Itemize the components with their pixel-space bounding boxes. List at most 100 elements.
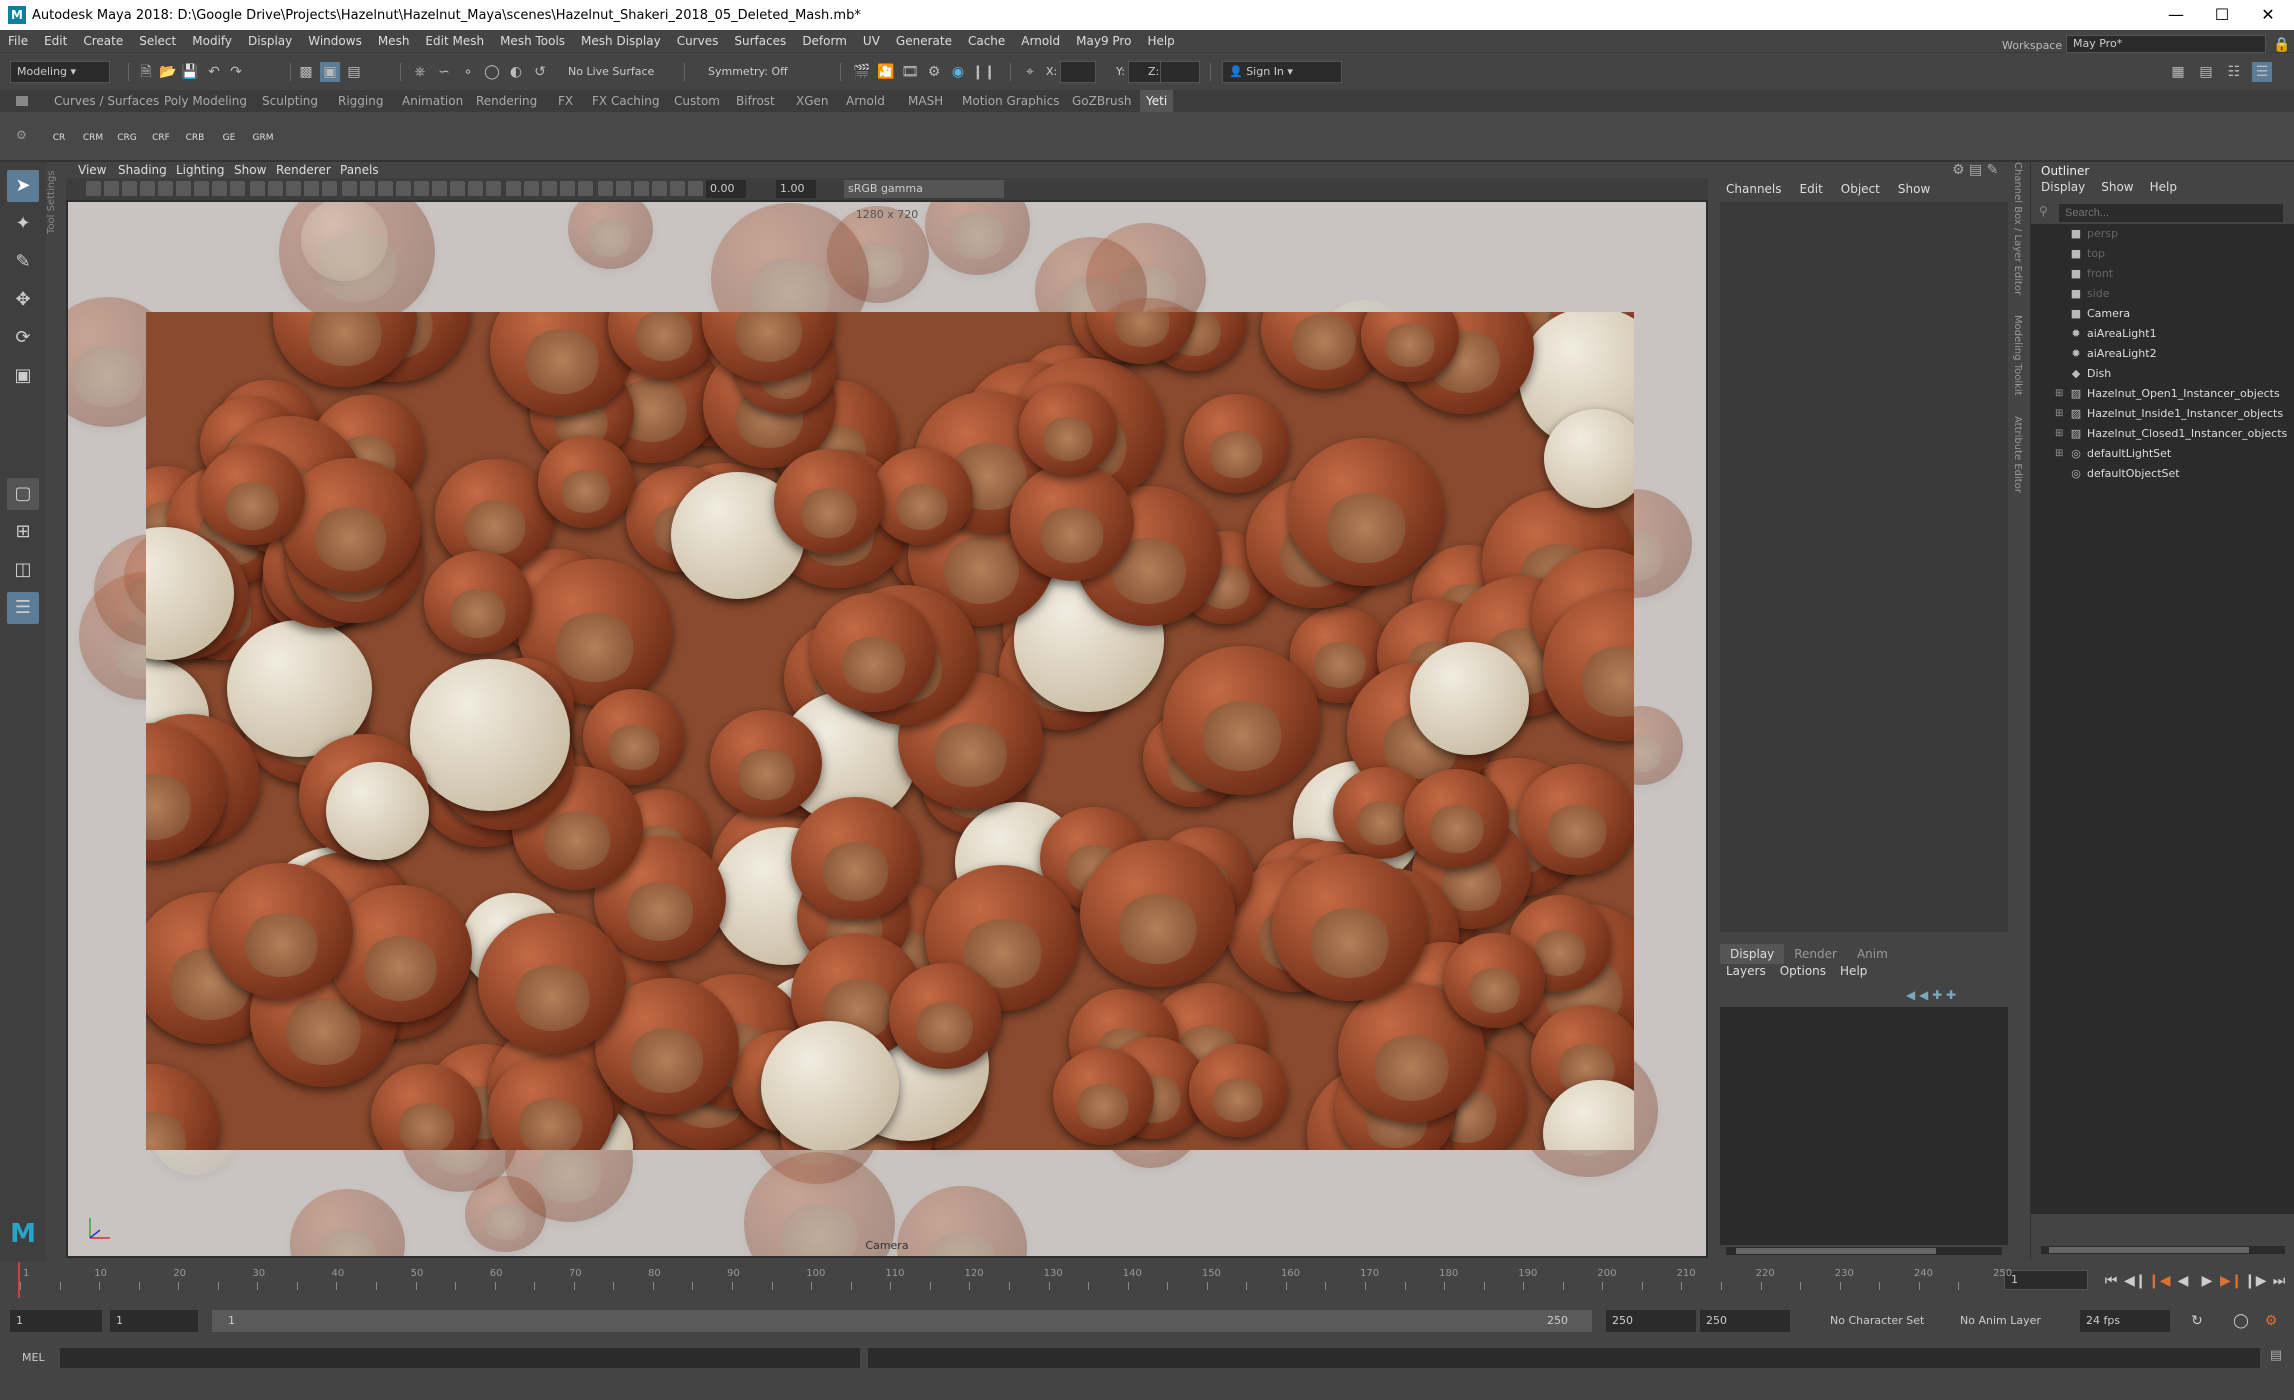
viewport-tool-25-icon[interactable] — [524, 181, 539, 196]
step-forward-frame-icon[interactable]: ▶❙ — [2220, 1270, 2243, 1292]
scrollbar-thumb[interactable] — [2049, 1247, 2249, 1253]
outliner-item[interactable]: ■ Camera — [2031, 304, 2294, 324]
sign-in-dropdown[interactable]: 👤 Sign In ▾ — [1222, 61, 1342, 83]
shelf-tab-fx[interactable]: FX — [552, 90, 579, 112]
layer-buttons-icon[interactable]: ◀ ◀ ✚ ✚ — [1906, 988, 1956, 1002]
shelf-tab-rigging[interactable]: Rigging — [332, 90, 389, 112]
outliner-item[interactable]: ✹ aiAreaLight1 — [2031, 324, 2294, 344]
two-pane-layout-icon[interactable]: ◫ — [7, 554, 39, 586]
four-view-layout-icon[interactable]: ⊞ — [7, 516, 39, 548]
outliner-item[interactable]: ■ front — [2031, 264, 2294, 284]
panel-menu-lighting[interactable]: Lighting — [176, 162, 225, 178]
maximize-icon[interactable]: ☐ — [2196, 0, 2248, 30]
shelf-tab-sculpting[interactable]: Sculpting — [256, 90, 324, 112]
snap-plane-icon[interactable]: ◯ — [482, 62, 502, 82]
layer-list[interactable] — [1720, 1007, 2008, 1245]
channel-box-menu-object[interactable]: Object — [1841, 182, 1880, 196]
outliner-item[interactable]: ✹ aiAreaLight2 — [2031, 344, 2294, 364]
select-object-icon[interactable]: ▣ — [320, 62, 340, 82]
modeling-toolkit-icon[interactable]: ▦ — [2168, 62, 2188, 82]
redo-icon[interactable]: ↷ — [226, 62, 246, 82]
menu-help[interactable]: Help — [1139, 34, 1182, 48]
panel-menu-show[interactable]: Show — [234, 162, 266, 178]
viewport-tool-28-icon[interactable] — [578, 181, 593, 196]
animation-end-field[interactable]: 250 — [1700, 1310, 1790, 1332]
outliner-menu-help[interactable]: Help — [2150, 180, 2177, 194]
snap-live-icon[interactable]: ↺ — [530, 62, 550, 82]
outliner-scrollbar[interactable] — [2041, 1246, 2285, 1254]
shelf-tab-motion-graphics[interactable]: Motion Graphics — [956, 90, 1066, 112]
viewport-tool-27-icon[interactable] — [560, 181, 575, 196]
outliner-menu-display[interactable]: Display — [2041, 180, 2085, 194]
menu-modify[interactable]: Modify — [184, 34, 240, 48]
outliner-item[interactable]: ⊞ ▨ Hazelnut_Inside1_Instancer_objects — [2031, 404, 2294, 424]
expand-icon[interactable]: ⊞ — [2055, 444, 2065, 464]
shelf-tab-animation[interactable]: Animation — [396, 90, 469, 112]
render-settings-icon[interactable]: ⚙ — [924, 62, 944, 82]
shelf-button-crm[interactable]: CRM — [78, 128, 108, 148]
menu-arnold[interactable]: Arnold — [1013, 34, 1068, 48]
channel-box-options-icon[interactable]: ⚙ ▤ ✎ — [1952, 162, 1998, 178]
live-surface-label[interactable]: No Live Surface — [568, 65, 654, 78]
current-time-marker[interactable] — [18, 1262, 20, 1298]
viewport-tool-21-icon[interactable] — [450, 181, 465, 196]
channel-box-menu-edit[interactable]: Edit — [1800, 182, 1823, 196]
viewport-tool-30-icon[interactable] — [616, 181, 631, 196]
step-back-key-icon[interactable]: ◀❙ — [2124, 1270, 2147, 1292]
viewport-tool-9-icon[interactable] — [230, 181, 245, 196]
scrollbar-thumb[interactable] — [1736, 1248, 1936, 1254]
time-slider[interactable]: 1 ⏮ ◀❙ ❙◀ ◀ ▶ ▶❙ ❙▶ ⏭ 1 10 20 30 40 50 60 70 80 9… — [0, 1262, 2294, 1306]
expand-icon[interactable]: ⊞ — [2055, 424, 2065, 444]
snap-grid-icon[interactable]: ⎈ — [410, 62, 430, 82]
lock-icon[interactable]: 🔒 — [2272, 35, 2292, 55]
select-tool-icon[interactable]: ➤ — [7, 170, 39, 202]
viewport-tool-5-icon[interactable] — [158, 181, 173, 196]
viewport-tool-20-icon[interactable] — [432, 181, 447, 196]
layer-tab-render[interactable]: Render — [1784, 944, 1847, 964]
menu-create[interactable]: Create — [75, 34, 131, 48]
layer-menu-layers[interactable]: Layers — [1726, 964, 1766, 978]
snap-surface-icon[interactable]: ◐ — [506, 62, 526, 82]
shelf-tab-curves-surfaces[interactable]: Curves / Surfaces — [48, 90, 165, 112]
viewport-tool-29-icon[interactable] — [598, 181, 613, 196]
menu-cache[interactable]: Cache — [960, 34, 1013, 48]
shelf-button-crg[interactable]: CRG — [112, 128, 142, 148]
search-icon[interactable]: ⚲ — [2039, 204, 2055, 220]
play-forwards-icon[interactable]: ▶ — [2196, 1270, 2218, 1292]
panel-menu-shading[interactable]: Shading — [118, 162, 167, 178]
menu-windows[interactable]: Windows — [300, 34, 370, 48]
shelf-button-ge[interactable]: GE — [214, 128, 244, 148]
menu-generate[interactable]: Generate — [888, 34, 960, 48]
anim-layer-dropdown[interactable]: No Anim Layer — [1960, 1314, 2041, 1327]
shelf-button-crf[interactable]: CRF — [146, 128, 176, 148]
viewport-tool-22-icon[interactable] — [468, 181, 483, 196]
anim-prefs-icon[interactable]: ⚙ — [2260, 1310, 2282, 1332]
fps-dropdown[interactable]: 24 fps — [2080, 1310, 2170, 1332]
viewport-tool-14-icon[interactable] — [322, 181, 337, 196]
mel-label[interactable]: MEL — [22, 1351, 45, 1364]
z-field[interactable] — [1160, 61, 1200, 83]
shelf-tab-mash[interactable]: MASH — [902, 90, 949, 112]
side-tab-attribute-editor[interactable]: Attribute Editor — [2012, 416, 2023, 493]
snap-curve-icon[interactable]: ∽ — [434, 62, 454, 82]
playback-start-field[interactable]: 1 — [110, 1310, 198, 1332]
layer-tab-anim[interactable]: Anim — [1847, 944, 1898, 964]
viewport-tool-26-icon[interactable] — [542, 181, 557, 196]
viewport-tool-2-icon[interactable] — [104, 181, 119, 196]
viewport-tool-8-icon[interactable] — [212, 181, 227, 196]
viewport-tool-34-icon[interactable] — [688, 181, 703, 196]
go-to-end-icon[interactable]: ⏭ — [2268, 1270, 2290, 1292]
channel-box-menu-show[interactable]: Show — [1898, 182, 1930, 196]
shelf-tab-custom[interactable]: Custom — [668, 90, 726, 112]
attribute-editor-icon[interactable]: ▤ — [2196, 62, 2216, 82]
shelf-button-grm[interactable]: GRM — [248, 128, 278, 148]
viewport-tool-7-icon[interactable] — [194, 181, 209, 196]
panel-menu-renderer[interactable]: Renderer — [276, 162, 331, 178]
range-slider[interactable]: 1 250 — [212, 1310, 1592, 1332]
shelf-button-cr[interactable]: CR — [44, 128, 74, 148]
symmetry-label[interactable]: Symmetry: Off — [708, 65, 788, 78]
viewport-tool-24-icon[interactable] — [506, 181, 521, 196]
viewport-tool-10-icon[interactable] — [250, 181, 265, 196]
viewport-tool-15-icon[interactable] — [342, 181, 357, 196]
viewport-tool-11-icon[interactable] — [268, 181, 283, 196]
